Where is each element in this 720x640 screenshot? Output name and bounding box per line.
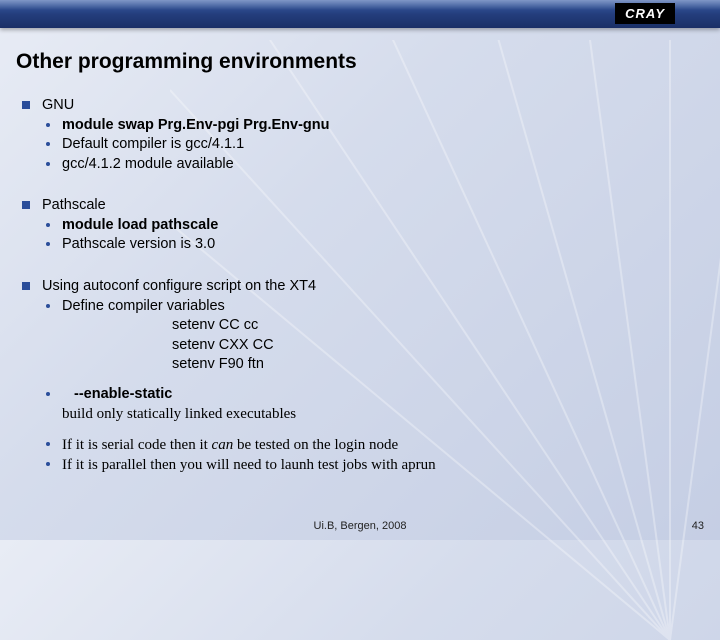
square-bullet-icon bbox=[22, 201, 30, 209]
section-head: Using autoconf configure script on the X… bbox=[42, 277, 700, 297]
sub-item: If it is parallel then you will need to … bbox=[42, 455, 700, 475]
dot-bullet-icon bbox=[46, 123, 50, 127]
dot-bullet-icon bbox=[46, 392, 50, 396]
cray-logo: CRAY bbox=[615, 3, 675, 24]
footer-center: Ui.B, Bergen, 2008 bbox=[0, 520, 720, 532]
code-line: setenv CXX CC bbox=[42, 336, 700, 356]
sub-text: gcc/4.1.2 module available bbox=[62, 156, 234, 172]
sub-text: Pathscale version is 3.0 bbox=[62, 236, 215, 252]
sub-text-emph: can bbox=[212, 437, 234, 453]
sub-item: --enable-static bbox=[42, 385, 700, 405]
sub-text: Define compiler variables bbox=[62, 298, 225, 314]
dot-bullet-icon bbox=[46, 142, 50, 146]
dot-bullet-icon bbox=[46, 162, 50, 166]
section-pathscale: Pathscale module load pathscale Pathscal… bbox=[16, 196, 700, 255]
code-line: setenv CC cc bbox=[42, 316, 700, 336]
sub-desc: build only statically linked executables bbox=[42, 404, 700, 424]
header-bar: CRAY bbox=[0, 0, 720, 28]
slide-content: Other programming environments GNU modul… bbox=[0, 28, 720, 475]
dot-bullet-icon bbox=[46, 223, 50, 227]
square-bullet-icon bbox=[22, 101, 30, 109]
section-autoconf: Using autoconf configure script on the X… bbox=[16, 277, 700, 475]
sub-item: Pathscale version is 3.0 bbox=[42, 235, 700, 255]
code-line: setenv F90 ftn bbox=[42, 355, 700, 375]
section-gnu: GNU module swap Prg.Env-pgi Prg.Env-gnu … bbox=[16, 96, 700, 174]
section-head: GNU bbox=[42, 96, 700, 116]
square-bullet-icon bbox=[22, 282, 30, 290]
sub-text: Default compiler is gcc/4.1.1 bbox=[62, 136, 244, 152]
dot-bullet-icon bbox=[46, 462, 50, 466]
dot-bullet-icon bbox=[46, 442, 50, 446]
dot-bullet-icon bbox=[46, 242, 50, 246]
slide-title: Other programming environments bbox=[16, 50, 700, 74]
sub-text: --enable-static bbox=[62, 386, 172, 402]
sub-item: module swap Prg.Env-pgi Prg.Env-gnu bbox=[42, 116, 700, 136]
sub-text: module swap Prg.Env-pgi Prg.Env-gnu bbox=[62, 117, 329, 133]
sub-text-part: be tested on the login node bbox=[233, 437, 398, 453]
sub-item: If it is serial code then it can be test… bbox=[42, 435, 700, 455]
sub-text-part: If it is serial code then it bbox=[62, 437, 212, 453]
section-head: Pathscale bbox=[42, 196, 700, 216]
sub-item: Default compiler is gcc/4.1.1 bbox=[42, 135, 700, 155]
dot-bullet-icon bbox=[46, 304, 50, 308]
slide-number: 43 bbox=[692, 520, 704, 532]
sub-item: gcc/4.1.2 module available bbox=[42, 155, 700, 175]
sub-text: module load pathscale bbox=[62, 217, 218, 233]
sub-item: module load pathscale bbox=[42, 216, 700, 236]
sub-item: Define compiler variables bbox=[42, 297, 700, 317]
sub-text: If it is parallel then you will need to … bbox=[62, 457, 436, 473]
